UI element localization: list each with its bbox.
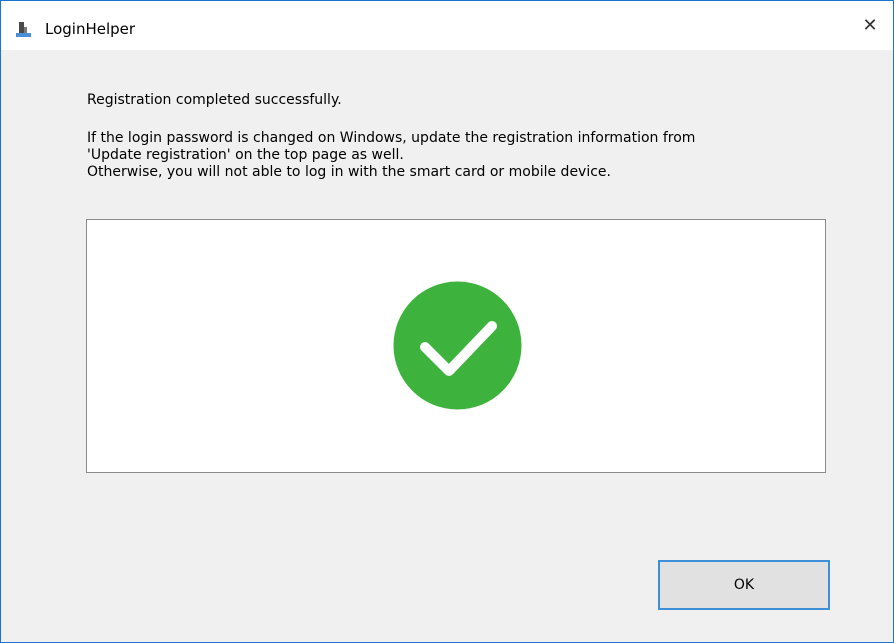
close-icon: ✕	[862, 15, 878, 36]
close-button[interactable]: ✕	[847, 1, 893, 50]
message-body: If the login password is changed on Wind…	[87, 130, 695, 181]
message-line: Otherwise, you will not able to log in w…	[87, 164, 611, 180]
window-title: LoginHelper	[45, 20, 136, 38]
message-line: 'Update registration' on the top page as…	[87, 147, 404, 163]
ok-button-label: OK	[733, 577, 755, 593]
result-panel	[86, 219, 826, 473]
dialog-content: Registration completed successfully. If …	[1, 50, 893, 642]
message-line: If the login password is changed on Wind…	[87, 130, 696, 146]
title-bar[interactable]: LoginHelper ✕	[1, 1, 893, 50]
login-helper-app-icon	[16, 22, 31, 37]
login-helper-dialog: LoginHelper ✕ Registration completed suc…	[0, 0, 894, 643]
success-checkmark-icon	[393, 281, 522, 410]
ok-button[interactable]: OK	[658, 560, 830, 610]
message-title: Registration completed successfully.	[87, 92, 342, 108]
